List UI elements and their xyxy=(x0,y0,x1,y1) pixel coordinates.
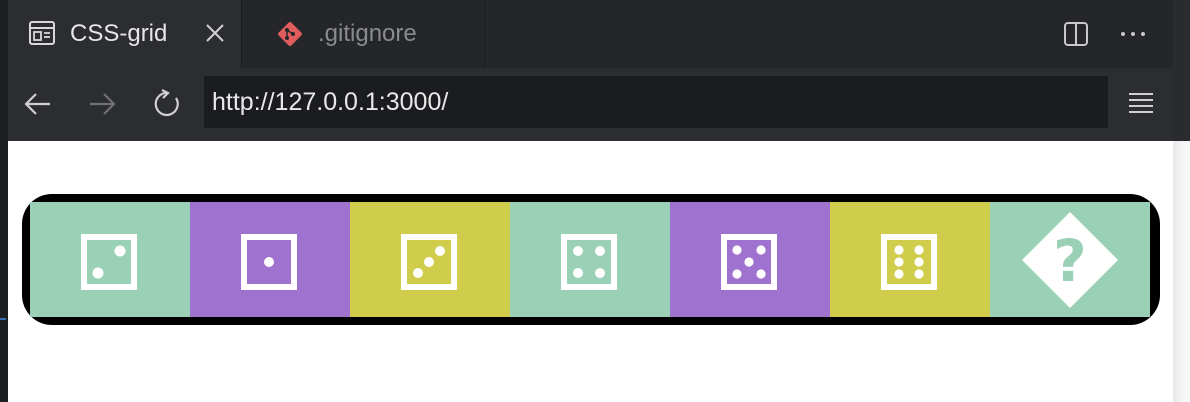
browser-preview-window: CSS-grid .gitignore http://127.0.0.1:300… xyxy=(8,0,1173,402)
url-input[interactable]: http://127.0.0.1:3000/ xyxy=(204,76,1108,128)
git-icon xyxy=(278,22,302,46)
page-content: ? xyxy=(8,141,1173,402)
more-actions-icon[interactable] xyxy=(1118,21,1148,47)
editor-gutter xyxy=(0,0,8,402)
tab-label: .gitignore xyxy=(318,20,417,47)
tab-bar: CSS-grid .gitignore xyxy=(8,0,1173,68)
question-diamond-icon: ? xyxy=(1022,212,1118,308)
svg-text:?: ? xyxy=(1053,227,1087,295)
tab-gitignore[interactable]: .gitignore xyxy=(242,0,485,68)
tab-label: CSS-grid xyxy=(70,20,168,47)
tab-css-grid[interactable]: CSS-grid xyxy=(8,0,242,68)
scrollbar-top xyxy=(1173,0,1190,141)
dice-six-icon xyxy=(881,234,937,290)
dice-one-icon xyxy=(241,234,297,290)
grid-cell xyxy=(830,202,990,317)
dice-two-icon xyxy=(81,234,137,290)
url-text: http://127.0.0.1:3000/ xyxy=(212,87,449,116)
grid-cell xyxy=(350,202,510,317)
gutter-marker xyxy=(0,318,6,320)
close-icon[interactable] xyxy=(204,22,226,44)
preview-icon xyxy=(29,21,55,45)
split-editor-icon[interactable] xyxy=(1063,21,1089,47)
forward-arrow-icon[interactable] xyxy=(86,88,118,120)
hamburger-menu-icon[interactable] xyxy=(1126,88,1156,118)
grid-cell xyxy=(670,202,830,317)
dice-four-icon xyxy=(561,234,617,290)
reload-icon[interactable] xyxy=(152,88,184,120)
grid-cell xyxy=(190,202,350,317)
grid-cell xyxy=(30,202,190,317)
grid-cell xyxy=(510,202,670,317)
dice-five-icon xyxy=(721,234,777,290)
navigation-bar: http://127.0.0.1:3000/ xyxy=(8,68,1173,141)
back-arrow-icon[interactable] xyxy=(22,88,54,120)
dice-three-icon xyxy=(401,234,457,290)
grid-cell: ? xyxy=(990,202,1150,317)
